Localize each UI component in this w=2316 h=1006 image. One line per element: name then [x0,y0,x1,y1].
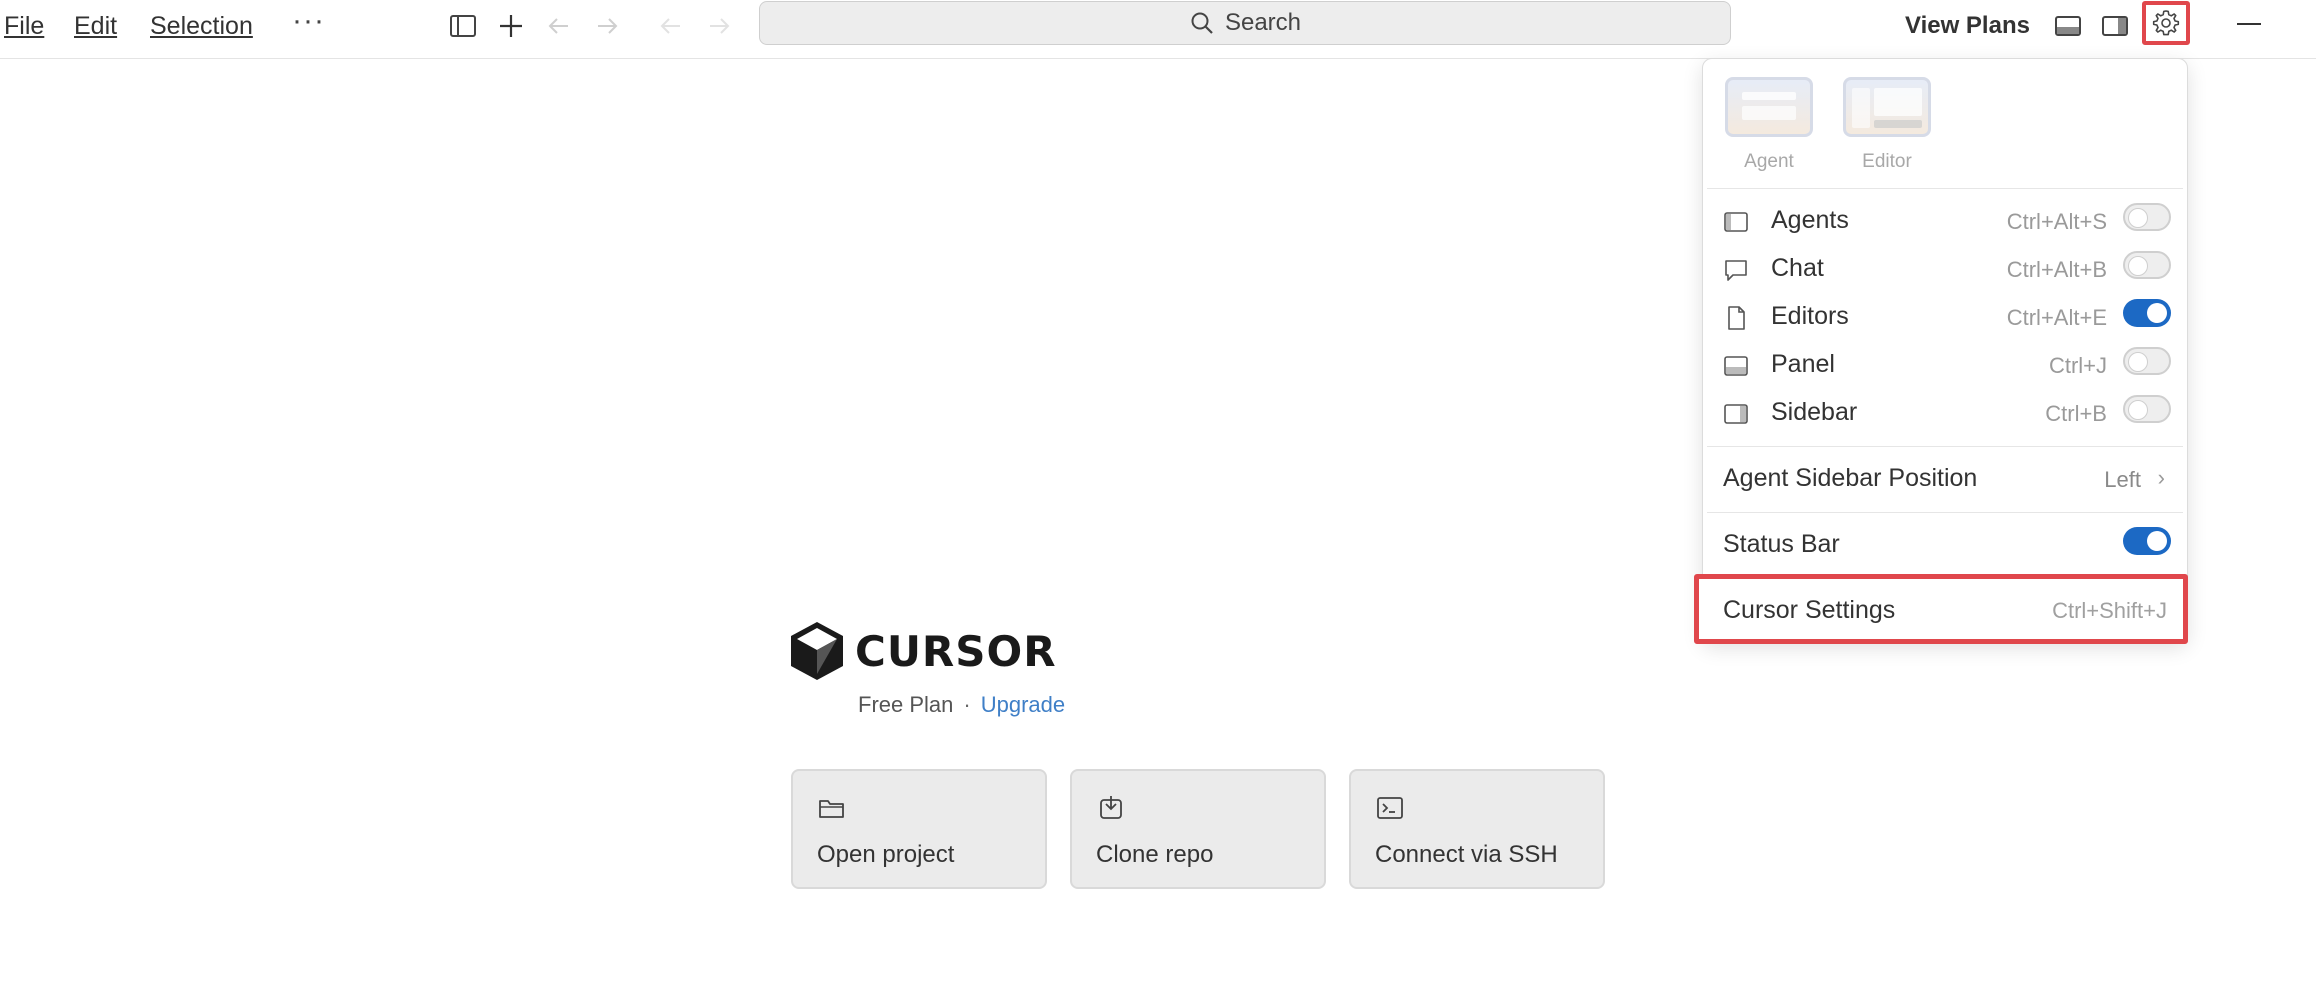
settings-gear-button[interactable] [2142,1,2190,45]
cursor-settings-shortcut: Ctrl+Shift+J [2052,598,2167,623]
back-arrow-icon[interactable] [544,11,574,41]
view-plans-button[interactable]: View Plans [1905,8,2030,44]
chat-toggle[interactable] [2123,251,2171,279]
panel-icon [1723,353,1749,379]
menu-selection-label: Selection [150,12,253,40]
sidebar-left-icon [1723,209,1749,235]
sidebar-right-icon[interactable] [2100,11,2130,41]
history-back-icon[interactable] [656,11,686,41]
chat-icon [1723,257,1749,283]
upgrade-link[interactable]: Upgrade [981,692,1065,717]
cursor-logo: CURSOR [789,620,1057,682]
minimize-icon[interactable] [2237,23,2261,25]
plan-separator: · [963,692,971,717]
panel-layout-icon[interactable] [2053,11,2083,41]
agent-layout-label: Agent [1744,151,1794,172]
sidebar-shortcut: Ctrl+B [2045,401,2107,426]
logo-wordmark: CURSOR [855,626,1057,676]
open-project-label: Open project [817,841,955,868]
clone-repo-label: Clone repo [1096,841,1214,868]
menu-file-label: File [4,12,45,40]
menu-edit[interactable]: Edit [74,8,117,44]
connect-ssh-label: Connect via SSH [1375,841,1558,868]
editor-layout-thumbnail[interactable] [1843,77,1931,137]
connect-ssh-button[interactable]: Connect via SSH [1349,769,1605,889]
editors-shortcut: Ctrl+Alt+E [2006,305,2107,330]
search-icon [1191,12,1213,34]
open-project-button[interactable]: Open project [791,769,1047,889]
plus-icon[interactable] [496,11,526,41]
agent-sidebar-position-label: Agent Sidebar Position [1723,464,1978,492]
cursor-settings-item[interactable]: Cursor Settings Ctrl+Shift+J [1694,574,2188,644]
divider [1707,188,2183,189]
panel-shortcut: Ctrl+J [2048,353,2107,378]
status-bar-toggle[interactable] [2123,527,2171,555]
menu-edit-label: Edit [74,12,118,40]
divider [1707,512,2183,513]
agent-layout-thumbnail[interactable] [1725,77,1813,137]
folder-icon [817,793,847,823]
chat-shortcut: Ctrl+Alt+B [2006,257,2107,282]
divider [1707,446,2183,447]
toggle-row-panel[interactable]: Panel Ctrl+J [1703,343,2187,387]
clone-icon [1096,793,1126,823]
history-forward-icon[interactable] [704,11,734,41]
toggle-row-sidebar[interactable]: Sidebar Ctrl+B [1703,391,2187,435]
status-bar-label: Status Bar [1723,530,1840,558]
agent-sidebar-position-row[interactable]: Agent Sidebar Position Left › [1703,457,2187,501]
file-icon [1723,305,1749,331]
status-bar-row[interactable]: Status Bar [1703,523,2187,567]
agents-toggle[interactable] [2123,203,2171,231]
toggle-row-editors[interactable]: Editors Ctrl+Alt+E [1703,295,2187,339]
title-bar: File Edit Selection ··· Search View Plan… [0,0,2316,59]
menu-selection[interactable]: Selection [150,8,253,44]
sidebar-toggle-icon[interactable] [448,11,478,41]
toggle-row-agents[interactable]: Agents Ctrl+Alt+S [1703,199,2187,243]
agents-label: Agents [1771,206,1849,234]
cursor-cube-icon [791,622,843,680]
panel-label: Panel [1771,350,1835,378]
gear-icon [2152,10,2180,36]
toggle-row-chat[interactable]: Chat Ctrl+Alt+B [1703,247,2187,291]
terminal-icon [1375,793,1405,823]
search-label: Search [1224,9,1302,36]
menu-file[interactable]: File [4,8,44,44]
cursor-settings-label: Cursor Settings [1723,596,1896,624]
sidebar-label: Sidebar [1771,398,1858,426]
editor-layout-label: Editor [1862,151,1912,172]
sidebar-toggle[interactable] [2123,395,2171,423]
plan-label: Free Plan [858,692,954,717]
plan-line: Free Plan · Upgrade [858,692,1065,718]
more-menu-button[interactable]: ··· [292,4,325,38]
editors-label: Editors [1771,302,1849,330]
forward-arrow-icon[interactable] [592,11,622,41]
chevron-right-icon: › [2157,465,2165,490]
agents-shortcut: Ctrl+Alt+S [2006,209,2107,234]
chat-label: Chat [1771,254,1824,282]
agent-sidebar-position-value: Left [2104,467,2141,492]
panel-toggle[interactable] [2123,347,2171,375]
search-bar[interactable]: Search [759,1,1731,45]
clone-repo-button[interactable]: Clone repo [1070,769,1326,889]
editors-toggle[interactable] [2123,299,2171,327]
sidebar-right-icon [1723,401,1749,427]
layout-settings-dropdown: Agent Editor Agents Ctrl+Alt+S Chat Ctrl… [1702,58,2188,642]
